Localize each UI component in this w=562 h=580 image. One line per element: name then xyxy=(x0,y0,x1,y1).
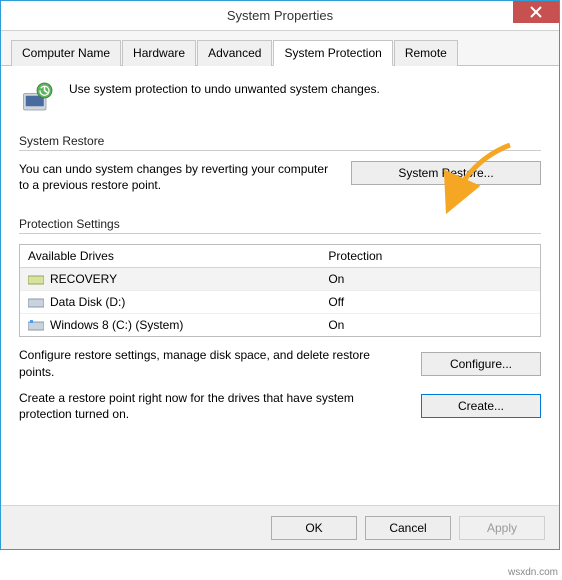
apply-button[interactable]: Apply xyxy=(459,516,545,540)
configure-button[interactable]: Configure... xyxy=(421,352,541,376)
table-row[interactable]: Data Disk (D:) Off xyxy=(20,291,540,314)
drive-protection: On xyxy=(328,318,532,332)
drive-icon xyxy=(28,273,44,285)
drive-name: Data Disk (D:) xyxy=(50,295,125,309)
tabstrip: Computer Name Hardware Advanced System P… xyxy=(1,31,559,66)
titlebar: System Properties xyxy=(1,1,559,31)
table-row[interactable]: Windows 8 (C:) (System) On xyxy=(20,314,540,336)
cancel-button[interactable]: Cancel xyxy=(365,516,451,540)
tab-hardware[interactable]: Hardware xyxy=(122,40,196,66)
attribution-text: wsxdn.com xyxy=(508,567,558,578)
protection-settings-group: Protection Settings Available Drives Pro… xyxy=(19,217,541,422)
system-protection-icon xyxy=(19,80,55,116)
create-description: Create a restore point right now for the… xyxy=(19,390,401,422)
system-properties-window: System Properties Computer Name Hardware… xyxy=(0,0,560,550)
close-icon xyxy=(530,6,542,18)
tab-remote[interactable]: Remote xyxy=(394,40,458,66)
table-row[interactable]: RECOVERY On xyxy=(20,268,540,291)
tab-content: Use system protection to undo unwanted s… xyxy=(1,66,559,450)
tab-computer-name[interactable]: Computer Name xyxy=(11,40,121,66)
drive-name: RECOVERY xyxy=(50,272,117,286)
dialog-button-row: OK Cancel Apply xyxy=(1,505,559,549)
col-header-drive: Available Drives xyxy=(28,249,320,263)
drives-table[interactable]: Available Drives Protection RECOVERY On … xyxy=(19,244,541,337)
drive-icon xyxy=(28,319,44,331)
system-restore-button[interactable]: System Restore... xyxy=(351,161,541,185)
system-restore-group: System Restore You can undo system chang… xyxy=(19,134,541,193)
tab-advanced[interactable]: Advanced xyxy=(197,40,272,66)
window-title: System Properties xyxy=(1,8,559,23)
protection-settings-label: Protection Settings xyxy=(19,217,541,231)
drive-protection: Off xyxy=(328,295,532,309)
drive-protection: On xyxy=(328,272,532,286)
col-header-protection: Protection xyxy=(328,249,532,263)
close-button[interactable] xyxy=(513,1,559,23)
ok-button[interactable]: OK xyxy=(271,516,357,540)
system-restore-label: System Restore xyxy=(19,134,541,148)
divider xyxy=(19,150,541,151)
create-button[interactable]: Create... xyxy=(421,394,541,418)
drives-header: Available Drives Protection xyxy=(20,245,540,268)
system-restore-description: You can undo system changes by reverting… xyxy=(19,161,331,193)
drive-name: Windows 8 (C:) (System) xyxy=(50,318,183,332)
tab-system-protection[interactable]: System Protection xyxy=(273,40,392,66)
configure-description: Configure restore settings, manage disk … xyxy=(19,347,401,379)
intro-text: Use system protection to undo unwanted s… xyxy=(69,80,380,96)
divider xyxy=(19,233,541,234)
drive-icon xyxy=(28,296,44,308)
intro-row: Use system protection to undo unwanted s… xyxy=(19,80,541,116)
